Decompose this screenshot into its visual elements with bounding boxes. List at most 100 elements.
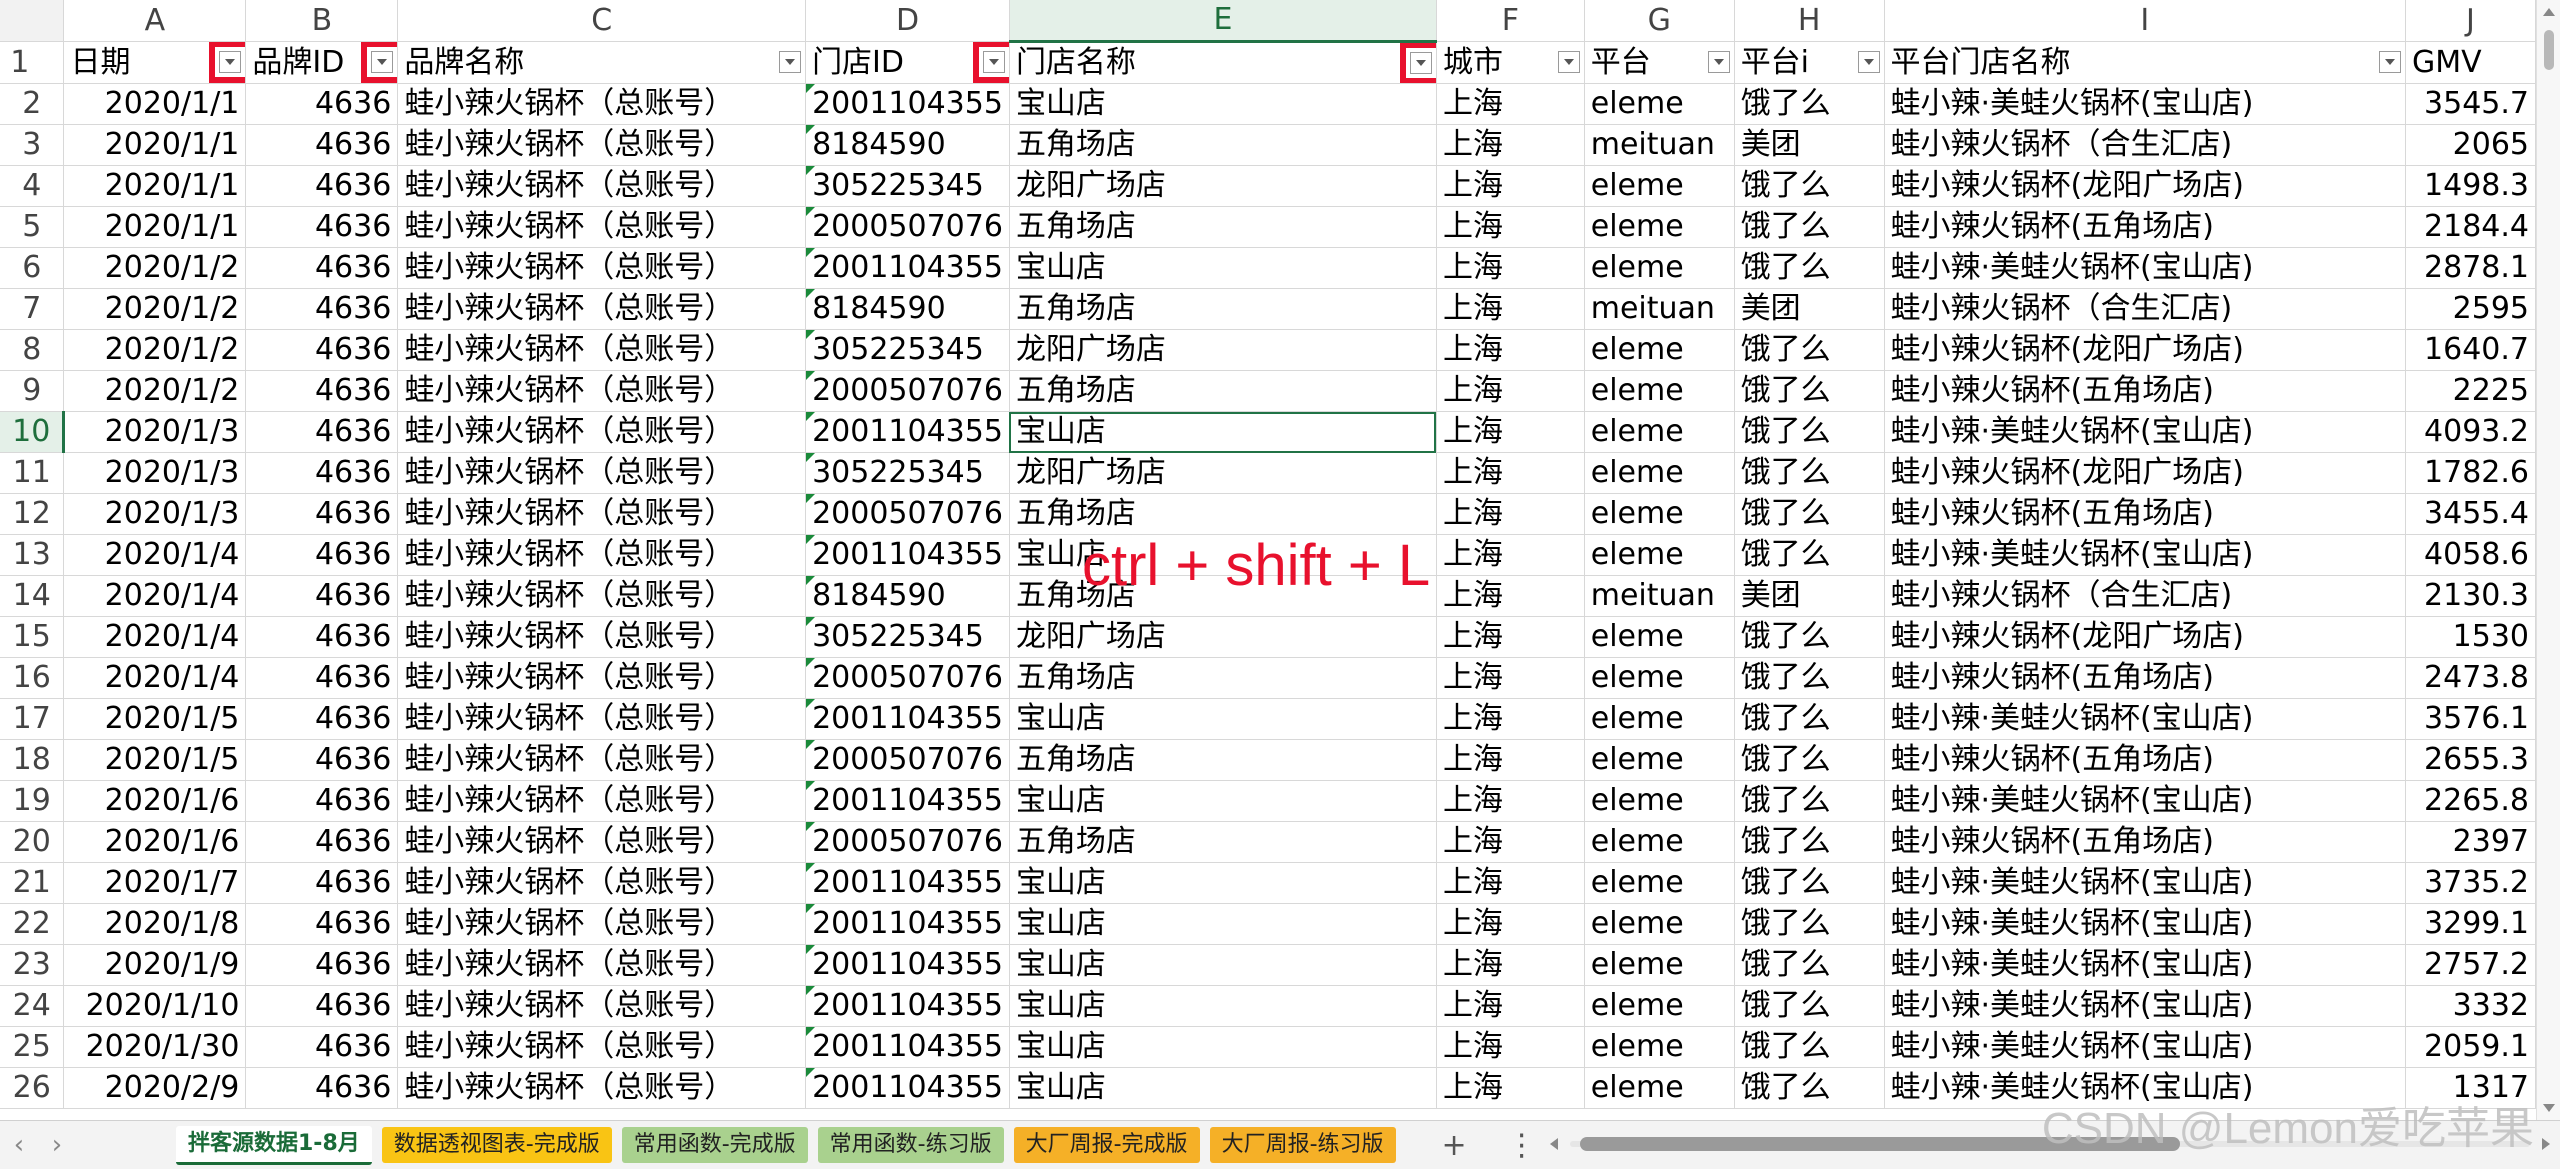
row-number[interactable]: 26 [0,1067,65,1109]
row-number[interactable]: 7 [0,288,65,330]
cell[interactable]: 蛙小辣火锅杯（总账号） [397,862,807,904]
cell[interactable]: 4636 [245,903,399,945]
header-cell[interactable]: 门店ID [805,41,1010,84]
cell[interactable]: 宝山店 [1009,534,1437,576]
add-sheet-icon[interactable]: + [1442,1128,1467,1163]
header-cell[interactable]: 日期 [63,41,247,84]
header-cell[interactable]: 城市 [1436,41,1585,84]
row-number[interactable]: 11 [0,452,65,494]
cell[interactable]: eleme [1584,370,1735,412]
cell[interactable]: 2020/1/7 [63,862,247,904]
cell[interactable]: 4636 [245,657,399,699]
row-number[interactable]: 6 [0,247,65,289]
column-header-a[interactable]: A [63,0,247,42]
row-number[interactable]: 17 [0,698,65,740]
cell[interactable]: 五角场店 [1009,821,1437,863]
row-number[interactable]: 19 [0,780,65,822]
cell[interactable]: 1498.3 [2405,165,2536,207]
cell[interactable]: 305225345 [805,616,1010,658]
cell[interactable]: 蛙小辣火锅杯（总账号） [397,370,807,412]
row-number[interactable]: 18 [0,739,65,781]
cell[interactable]: 2020/2/9 [63,1067,247,1109]
header-cell[interactable]: GMV [2405,41,2536,84]
cell[interactable]: 4636 [245,1067,399,1109]
cell[interactable]: 蛙小辣火锅杯（总账号） [397,493,807,535]
cell[interactable]: eleme [1584,862,1735,904]
cell[interactable]: 2020/1/9 [63,944,247,986]
cell[interactable]: 蛙小辣火锅杯（总账号） [397,821,807,863]
cell[interactable]: 2001104355 [805,534,1010,576]
cell[interactable]: 蛙小辣·美蛙火锅杯(宝山店) [1884,411,2406,453]
cell[interactable]: 蛙小辣火锅杯（总账号） [397,944,807,986]
cell[interactable]: 蛙小辣火锅杯（合生汇店) [1884,575,2406,617]
cell[interactable]: 蛙小辣火锅杯（总账号） [397,452,807,494]
column-header-e[interactable]: E [1009,0,1437,43]
cell[interactable]: 上海 [1436,821,1585,863]
cell[interactable]: 蛙小辣·美蛙火锅杯(宝山店) [1884,903,2406,945]
cell[interactable]: 4058.6 [2405,534,2536,576]
row-number[interactable]: 21 [0,862,65,904]
column-header-c[interactable]: C [397,0,807,42]
cell[interactable]: eleme [1584,657,1735,699]
cell[interactable]: 蛙小辣·美蛙火锅杯(宝山店) [1884,1067,2406,1109]
column-header-j[interactable]: J [2405,0,2536,42]
cell[interactable]: 2020/1/2 [63,370,247,412]
cell[interactable]: 2020/1/2 [63,288,247,330]
cell[interactable]: 4636 [245,862,399,904]
cell[interactable]: 上海 [1436,698,1585,740]
row-number[interactable]: 1 [0,41,65,84]
cell[interactable]: 3455.4 [2405,493,2536,535]
cell[interactable]: 美团 [1734,288,1885,330]
header-cell[interactable]: 品牌名称 [397,41,807,84]
scroll-down-icon[interactable] [2543,1104,2555,1112]
cell[interactable]: eleme [1584,493,1735,535]
cell[interactable]: eleme [1584,821,1735,863]
cell[interactable]: 上海 [1436,165,1585,207]
cell[interactable]: 2020/1/1 [63,165,247,207]
filter-dropdown-icon[interactable] [972,41,1009,83]
spreadsheet-grid[interactable]: ABCDEFGHIJ 1 日期 品牌ID 品牌名称 门店ID 门店名称 城市 平台 平台i 平台门… [0,0,2536,1120]
cell[interactable]: 2001104355 [805,698,1010,740]
cell[interactable]: 4636 [245,206,399,248]
tab-next-icon[interactable]: › [38,1130,76,1160]
cell[interactable]: eleme [1584,329,1735,371]
cell[interactable]: 2001104355 [805,1067,1010,1109]
cell[interactable]: eleme [1584,1026,1735,1068]
cell[interactable]: 龙阳广场店 [1009,165,1437,207]
row-number[interactable]: 16 [0,657,65,699]
cell[interactable]: 龙阳广场店 [1009,329,1437,371]
cell[interactable]: eleme [1584,616,1735,658]
cell[interactable]: 上海 [1436,493,1585,535]
cell[interactable]: 蛙小辣·美蛙火锅杯(宝山店) [1884,985,2406,1027]
cell[interactable]: 2001104355 [805,411,1010,453]
row-number[interactable]: 4 [0,165,65,207]
cell[interactable]: 2020/1/5 [63,698,247,740]
cell[interactable]: 宝山店 [1009,944,1437,986]
cell[interactable]: 4636 [245,452,399,494]
cell[interactable]: 五角场店 [1009,493,1437,535]
cell[interactable]: 蛙小辣火锅杯（总账号） [397,411,807,453]
cell[interactable]: 饿了么 [1734,165,1885,207]
cell[interactable]: 2655.3 [2405,739,2536,781]
cell[interactable]: 饿了么 [1734,698,1885,740]
cell[interactable]: 蛙小辣火锅杯(五角场店) [1884,657,2406,699]
cell[interactable]: 4636 [245,780,399,822]
horizontal-scroll-thumb[interactable] [1580,1137,2180,1151]
cell[interactable]: 上海 [1436,739,1585,781]
cell[interactable]: 宝山店 [1009,903,1437,945]
cell[interactable]: 蛙小辣火锅杯(五角场店) [1884,206,2406,248]
scroll-right-icon[interactable] [2542,1138,2550,1150]
cell[interactable]: 蛙小辣火锅杯（总账号） [397,698,807,740]
sheet-tab[interactable]: 拌客源数据1-8月 [176,1125,372,1165]
cell[interactable]: 4636 [245,1026,399,1068]
cell[interactable]: 蛙小辣火锅杯（总账号） [397,780,807,822]
cell[interactable]: 305225345 [805,165,1010,207]
cell[interactable]: 2184.4 [2405,206,2536,248]
cell[interactable]: 2000507076 [805,657,1010,699]
cell[interactable]: 2020/1/6 [63,821,247,863]
cell[interactable]: 305225345 [805,452,1010,494]
cell[interactable]: 2020/1/8 [63,903,247,945]
cell[interactable]: 上海 [1436,1026,1585,1068]
cell[interactable]: 美团 [1734,575,1885,617]
cell[interactable]: 蛙小辣·美蛙火锅杯(宝山店) [1884,1026,2406,1068]
